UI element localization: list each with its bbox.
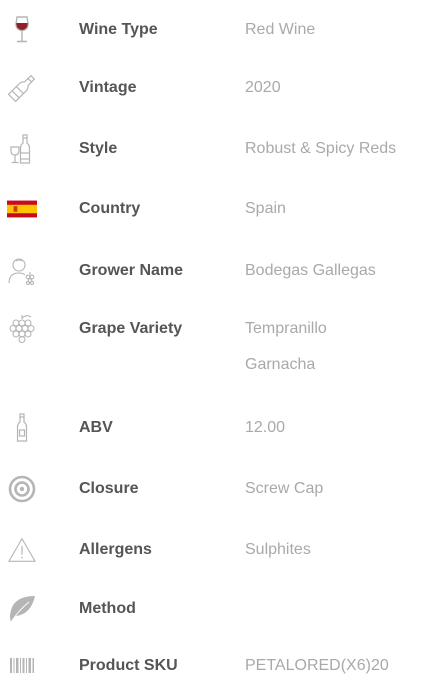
attribute-label: Style — [79, 140, 118, 157]
attribute-label: Product SKU — [79, 657, 178, 674]
attribute-label: ABV — [79, 419, 113, 436]
attribute-row-grape-variety: Grape Variety Tempranillo Garnacha — [0, 314, 423, 384]
attribute-value: Red Wine — [245, 21, 316, 38]
attribute-label: Country — [79, 200, 141, 217]
attribute-value: 2020 — [245, 79, 281, 96]
bottle-and-glass-icon — [7, 134, 37, 164]
grapes-icon — [7, 314, 37, 344]
attribute-label: Grower Name — [79, 262, 184, 279]
attribute-value: Tempranillo — [245, 320, 327, 337]
wine-bottle-icon — [7, 73, 37, 103]
warning-icon — [7, 535, 37, 565]
bottle-outline-icon — [7, 413, 37, 443]
attribute-value: Sulphites — [245, 541, 311, 558]
attribute-row-country: Country Spain — [0, 194, 423, 224]
attribute-row-product-sku: Product SKU PETALORED(X6)20 — [0, 651, 423, 681]
attribute-row-grower-name: Grower Name Bodegas Gallegas — [0, 256, 423, 286]
product-attributes-list: Wine Type Red Wine Vintage 2020 Style Ro… — [0, 0, 423, 680]
grower-icon — [7, 256, 37, 286]
attribute-value: Bodegas Gallegas — [245, 262, 376, 279]
spain-flag-icon — [7, 194, 37, 224]
attribute-label: Allergens — [79, 541, 152, 558]
attribute-value: Garnacha — [245, 356, 316, 373]
attribute-row-abv: ABV 12.00 — [0, 413, 423, 443]
attribute-label: Closure — [79, 480, 139, 497]
attribute-row-vintage: Vintage 2020 — [0, 73, 423, 103]
attribute-value: Spain — [245, 200, 286, 217]
attribute-value: Robust & Spicy Reds — [245, 140, 397, 157]
attribute-label: Method — [79, 600, 136, 617]
attribute-row-style: Style Robust & Spicy Reds — [0, 134, 423, 164]
attribute-row-method: Method — [0, 594, 423, 624]
attribute-label: Vintage — [79, 79, 137, 96]
attribute-row-wine-type: Wine Type Red Wine — [0, 15, 423, 45]
attribute-row-allergens: Allergens Sulphites — [0, 535, 423, 565]
attribute-value: Screw Cap — [245, 480, 324, 497]
attribute-value: PETALORED(X6)20 — [245, 657, 389, 674]
attribute-value: 12.00 — [245, 419, 286, 436]
wine-glass-icon — [7, 15, 37, 45]
leaf-icon — [7, 594, 37, 624]
attribute-label: Grape Variety — [79, 320, 183, 337]
target-icon — [7, 474, 37, 504]
attribute-row-closure: Closure Screw Cap — [0, 474, 423, 504]
attribute-label: Wine Type — [79, 21, 158, 38]
barcode-icon — [7, 651, 37, 681]
